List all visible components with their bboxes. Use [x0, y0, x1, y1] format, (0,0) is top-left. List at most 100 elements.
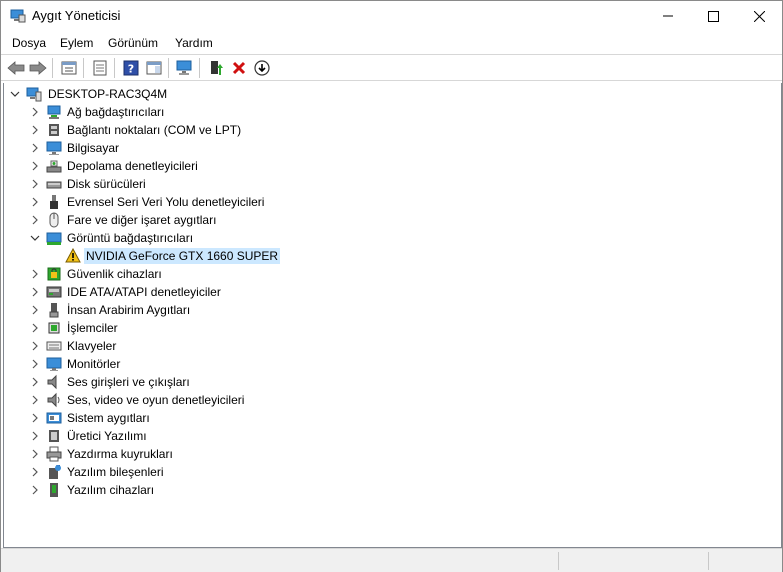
help-button[interactable]: ?: [121, 58, 141, 78]
usb-icon: [50, 195, 58, 209]
chevron-down-icon[interactable]: [30, 233, 40, 243]
menu-gorunum[interactable]: Görünüm: [108, 36, 158, 50]
tree-category[interactable]: Ses, video ve oyun denetleyicileri: [4, 391, 404, 409]
tree-category[interactable]: Ağ bağdaştırıcıları: [4, 103, 404, 121]
action-pane-button[interactable]: [144, 58, 164, 78]
chevron-right-icon[interactable]: [30, 449, 40, 459]
device-tree[interactable]: DESKTOP-RAC3Q4M Ağ bağdaştırıcıları Bağla…: [3, 83, 782, 548]
menu-eylem[interactable]: Eylem: [60, 36, 93, 50]
menu-yardim[interactable]: Yardım: [175, 36, 213, 50]
toolbar-separator: [83, 58, 84, 78]
chevron-right-icon[interactable]: [30, 431, 40, 441]
tree-root[interactable]: DESKTOP-RAC3Q4M: [4, 85, 304, 103]
help-icon: ?: [123, 60, 139, 76]
tree-category-label: Fare ve diğer işaret aygıtları: [67, 213, 217, 227]
chevron-right-icon[interactable]: [30, 143, 40, 153]
tree-category[interactable]: İnsan Arabirim Aygıtları: [4, 301, 404, 319]
chevron-right-icon[interactable]: [30, 395, 40, 405]
tree-category-label: Disk sürücüleri: [67, 177, 146, 191]
chevron-right-icon[interactable]: [30, 323, 40, 333]
tree-category[interactable]: Ses girişleri ve çıkışları: [4, 373, 404, 391]
sound-controller-icon: [47, 392, 60, 408]
menu-dosya[interactable]: Dosya: [12, 36, 46, 50]
chevron-right-icon[interactable]: [30, 359, 40, 369]
tree-category-label: Yazılım cihazları: [67, 483, 155, 497]
maximize-button[interactable]: [690, 1, 736, 31]
properties-view-icon: [61, 61, 77, 75]
chevron-right-icon[interactable]: [30, 197, 40, 207]
chevron-right-icon[interactable]: [30, 377, 40, 387]
chevron-right-icon[interactable]: [30, 107, 40, 117]
action-pane-icon: [146, 61, 162, 75]
tree-category-label: Klavyeler: [67, 339, 117, 353]
tree-category[interactable]: Bağlantı noktaları (COM ve LPT): [4, 121, 404, 139]
chevron-right-icon[interactable]: [30, 269, 40, 279]
tree-category-label: İnsan Arabirim Aygıtları: [67, 303, 191, 317]
firmware-icon: [49, 430, 59, 442]
tree-category[interactable]: IDE ATA/ATAPI denetleyiciler: [4, 283, 404, 301]
chevron-right-icon[interactable]: [30, 467, 40, 477]
chevron-right-icon[interactable]: [30, 125, 40, 135]
tree-device-label: NVIDIA GeForce GTX 1660 SUPER: [84, 248, 281, 264]
chevron-right-icon[interactable]: [30, 305, 40, 315]
update-driver-icon: [211, 61, 223, 75]
tree-category[interactable]: Disk sürücüleri: [4, 175, 404, 193]
console-tree-button[interactable]: [90, 58, 110, 78]
chevron-right-icon[interactable]: [30, 161, 40, 171]
title-bar: Aygıt Yöneticisi: [1, 1, 782, 32]
forward-button[interactable]: [28, 58, 48, 78]
chevron-down-icon[interactable]: [10, 89, 20, 99]
tree-device[interactable]: NVIDIA GeForce GTX 1660 SUPER: [4, 247, 404, 265]
tree-category[interactable]: Sistem aygıtları: [4, 409, 404, 427]
chevron-right-icon[interactable]: [30, 485, 40, 495]
chevron-right-icon[interactable]: [30, 413, 40, 423]
chevron-right-icon[interactable]: [30, 341, 40, 351]
chevron-right-icon[interactable]: [30, 287, 40, 297]
uninstall-button[interactable]: [229, 58, 249, 78]
toolbar-separator: [199, 58, 200, 78]
tree-category-label: Yazılım bileşenleri: [67, 465, 164, 479]
tree-category[interactable]: Fare ve diğer işaret aygıtları: [4, 211, 404, 229]
status-separator: [558, 552, 559, 570]
tree-category[interactable]: Yazılım cihazları: [4, 481, 404, 499]
tree-category[interactable]: Görüntü bağdaştırıcıları: [4, 229, 404, 247]
printer-icon: [46, 446, 62, 462]
tree-category-label: Monitörler: [67, 357, 121, 371]
tree-category[interactable]: Depolama denetleyicileri: [4, 157, 404, 175]
tree-category[interactable]: Yazılım bileşenleri: [4, 463, 404, 481]
back-icon: [7, 61, 25, 75]
tree-category[interactable]: Bilgisayar: [4, 139, 404, 157]
tree-category[interactable]: Yazdırma kuyrukları: [4, 445, 404, 463]
tree-category[interactable]: Monitörler: [4, 355, 404, 373]
back-button[interactable]: [6, 58, 26, 78]
properties-view-button[interactable]: [59, 58, 79, 78]
tree-category-label: Ağ bağdaştırıcıları: [67, 105, 165, 119]
menu-bar: Dosya Eylem Görünüm Yardım: [1, 32, 782, 55]
tree-category-label: İşlemciler: [67, 321, 118, 335]
update-driver-button[interactable]: [206, 58, 226, 78]
port-icon: [49, 124, 59, 136]
tree-category-label: Güvenlik cihazları: [67, 267, 162, 281]
warning-icon: [65, 248, 81, 263]
close-button[interactable]: [736, 1, 782, 31]
tree-category[interactable]: Klavyeler: [4, 337, 404, 355]
status-separator: [708, 552, 709, 570]
chevron-right-icon[interactable]: [30, 179, 40, 189]
tree-category[interactable]: Evrensel Seri Veri Yolu denetleyicileri: [4, 193, 404, 211]
scan-hardware-button[interactable]: [175, 58, 195, 78]
tree-category-label: Evrensel Seri Veri Yolu denetleyicileri: [67, 195, 265, 209]
ide-controller-icon: [46, 286, 62, 298]
tree-category[interactable]: Güvenlik cihazları: [4, 265, 404, 283]
tree-category[interactable]: Üretici Yazılımı: [4, 427, 404, 445]
keyboard-icon: [46, 341, 62, 351]
status-bar: [1, 548, 782, 572]
disable-device-button[interactable]: [252, 58, 272, 78]
computer-icon: [26, 87, 42, 102]
tree-category[interactable]: İşlemciler: [4, 319, 404, 337]
tree-category-label: Ses girişleri ve çıkışları: [67, 375, 190, 389]
device-manager-window: Aygıt Yöneticisi Dosya Eylem Görünüm Yar…: [0, 0, 783, 572]
svg-text:?: ?: [128, 63, 134, 76]
tree-category-label: Bağlantı noktaları (COM ve LPT): [67, 123, 242, 137]
minimize-button[interactable]: [645, 1, 691, 31]
chevron-right-icon[interactable]: [30, 215, 40, 225]
